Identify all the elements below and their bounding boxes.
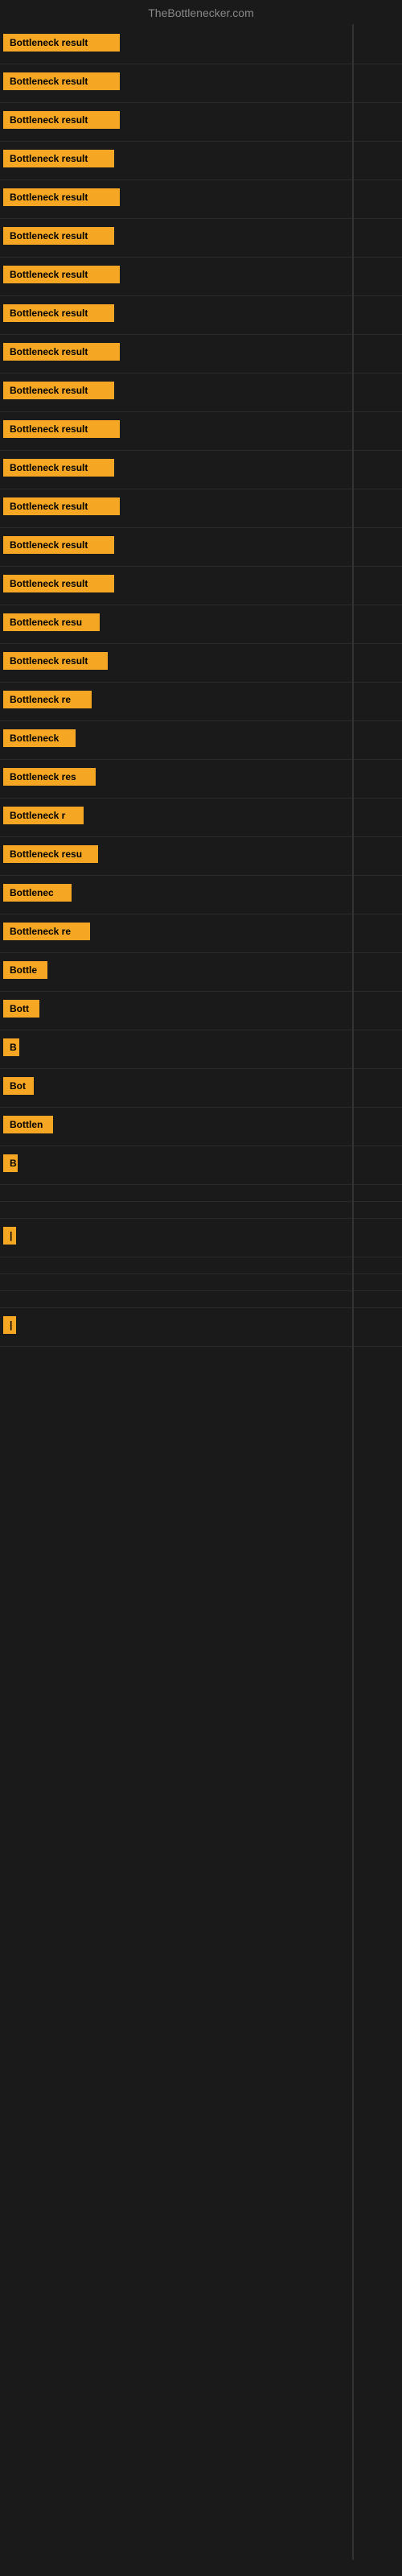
bottleneck-result-bar: Bottleneck result — [3, 536, 114, 554]
right-line — [352, 24, 354, 2560]
bottleneck-result-bar: Bottleneck resu — [3, 613, 100, 631]
list-item: Bottleneck result — [0, 644, 402, 683]
list-item: Bottleneck resu — [0, 837, 402, 876]
list-item: Bot — [0, 1069, 402, 1108]
list-item: Bottleneck result — [0, 180, 402, 219]
list-item: Bottleneck result — [0, 567, 402, 605]
list-item — [0, 1202, 402, 1219]
bottleneck-result-bar: Bottleneck result — [3, 343, 120, 361]
list-item: Bottlen — [0, 1108, 402, 1146]
bottleneck-result-bar: Bottleneck result — [3, 304, 114, 322]
bottleneck-result-bar: Bottleneck result — [3, 227, 114, 245]
list-item: Bottleneck re — [0, 683, 402, 721]
bottleneck-result-bar: Bottleneck re — [3, 923, 90, 940]
list-item: Bottleneck result — [0, 528, 402, 567]
list-item: Bottleneck res — [0, 760, 402, 799]
bottleneck-result-bar: Bottleneck — [3, 729, 76, 747]
list-item: Bottleneck — [0, 721, 402, 760]
rows-container: Bottleneck result Bottleneck result Bottle… — [0, 26, 402, 1347]
list-item: Bott — [0, 992, 402, 1030]
list-item: Bottleneck result — [0, 296, 402, 335]
list-item: B — [0, 1030, 402, 1069]
bottleneck-result-bar: Bottleneck res — [3, 768, 96, 786]
list-item: Bottleneck result — [0, 489, 402, 528]
site-title: TheBottlenecker.com — [0, 0, 402, 26]
bottleneck-result-bar: Bottlenec — [3, 884, 72, 902]
bottleneck-result-bar: B — [3, 1154, 18, 1172]
list-item — [0, 1185, 402, 1202]
list-item: Bottleneck result — [0, 103, 402, 142]
list-item: Bottleneck r — [0, 799, 402, 837]
list-item: Bottle — [0, 953, 402, 992]
bottleneck-result-bar: Bottleneck r — [3, 807, 84, 824]
list-item: Bottleneck result — [0, 374, 402, 412]
bottleneck-result-bar: Bottleneck result — [3, 382, 114, 399]
bottleneck-result-bar: Bottleneck result — [3, 497, 120, 515]
list-item: Bottleneck result — [0, 258, 402, 296]
bottleneck-result-bar: Bottleneck result — [3, 575, 114, 592]
bottleneck-result-bar: Bottleneck result — [3, 188, 120, 206]
list-item — [0, 1291, 402, 1308]
list-item — [0, 1257, 402, 1274]
list-item: Bottleneck result — [0, 335, 402, 374]
bottleneck-result-bar: Bottleneck result — [3, 150, 114, 167]
list-item: Bottleneck result — [0, 26, 402, 64]
bottleneck-result-bar: Bott — [3, 1000, 39, 1018]
list-item: Bottleneck resu — [0, 605, 402, 644]
bottleneck-result-bar: Bottleneck result — [3, 266, 120, 283]
list-item — [0, 1274, 402, 1291]
list-item: Bottleneck result — [0, 142, 402, 180]
bottleneck-result-bar: Bottleneck resu — [3, 845, 98, 863]
list-item: | — [0, 1308, 402, 1347]
bottleneck-result-bar: Bottleneck result — [3, 459, 114, 477]
bottleneck-result-bar: Bottlen — [3, 1116, 53, 1133]
bottleneck-result-bar: | — [3, 1227, 16, 1245]
bottleneck-result-bar: Bot — [3, 1077, 34, 1095]
list-item: Bottleneck result — [0, 451, 402, 489]
bottleneck-result-bar: B — [3, 1038, 19, 1056]
bottleneck-result-bar: Bottleneck result — [3, 652, 108, 670]
bottleneck-result-bar: Bottleneck result — [3, 111, 120, 129]
list-item: Bottleneck result — [0, 219, 402, 258]
list-item: Bottleneck result — [0, 412, 402, 451]
list-item: | — [0, 1219, 402, 1257]
list-item: Bottlenec — [0, 876, 402, 914]
bottleneck-result-bar: Bottleneck result — [3, 34, 120, 52]
bottleneck-result-bar: | — [3, 1316, 16, 1334]
list-item: Bottleneck result — [0, 64, 402, 103]
list-item: B — [0, 1146, 402, 1185]
list-item: Bottleneck re — [0, 914, 402, 953]
bottleneck-result-bar: Bottleneck result — [3, 420, 120, 438]
bottleneck-result-bar: Bottle — [3, 961, 47, 979]
bottleneck-result-bar: Bottleneck result — [3, 72, 120, 90]
bottleneck-result-bar: Bottleneck re — [3, 691, 92, 708]
